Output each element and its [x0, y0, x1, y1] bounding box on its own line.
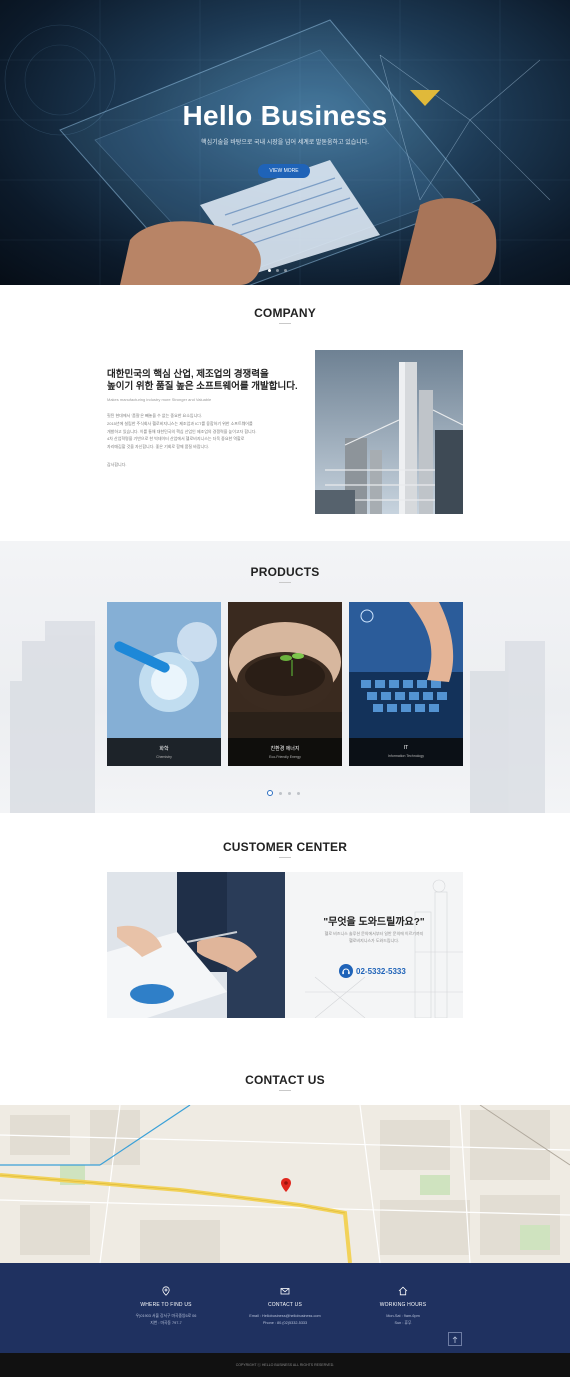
footer-hours: Mon-Sat : 9am-6pm Sun : 휴무: [328, 1313, 478, 1326]
hero-slide-dot[interactable]: [276, 269, 279, 272]
product-name-en: Eco-Friendly Energy: [269, 755, 301, 759]
products-slider-dots: [267, 790, 300, 796]
phone-number[interactable]: 02-5332-5333: [356, 967, 406, 976]
company-description: 헛된 현대에서 '품질'은 빼놓을 수 없는 중요한 요소입니다. 2015년에…: [107, 412, 297, 451]
product-card-chemistry[interactable]: 화학 Chemistry: [107, 602, 221, 766]
product-name: 친환경 에너지: [270, 746, 300, 752]
map-pin-icon: [281, 1178, 291, 1192]
footer-heading: WORKING HOURS: [379, 1302, 427, 1308]
section-divider: [279, 1090, 291, 1091]
arrow-up-icon: [452, 1336, 458, 1343]
company-text-line: 자리매김할 것을 자신합니다. 좋은 기회로 함께 품질 바랍니다.: [107, 444, 210, 450]
product-card-energy[interactable]: 친환경 에너지 Eco-Friendly Energy: [228, 602, 342, 766]
location-pin-icon: [162, 1286, 170, 1296]
product-caption: 친환경 에너지 Eco-Friendly Energy: [228, 738, 342, 766]
products-page-dot[interactable]: [279, 791, 282, 795]
hero-subtitle: 핵심기술을 바탕으로 국내 시장을 넘어 세계로 발돋움하고 있습니다.: [201, 140, 369, 146]
company-text-line: 4차 산업혁명을 기반으로 한 빅데이터 산업에서 헬로비지니스는 더욱 중요한…: [107, 436, 245, 442]
product-name: IT: [403, 745, 409, 751]
view-more-button[interactable]: VIEW MORE: [258, 164, 310, 178]
company-headline-line: 높이기 위한 품질 높은 소프트웨어를 개발합니다.: [107, 381, 298, 392]
factory-image: [315, 350, 463, 514]
section-divider: [279, 582, 291, 583]
product-name: 화학: [159, 746, 169, 752]
section-divider: [279, 323, 291, 324]
hero-banner: Hello Business 핵심기술을 바탕으로 국내 시장을 넘어 세계로 …: [0, 0, 570, 285]
company-thanks: 감사합니다.: [107, 462, 127, 467]
help-description-line: 헬로비지니스가 도와드립니다.: [348, 938, 400, 943]
company-text-line: 헛된 현대에서 '품질'은 빼놓을 수 없는 중요한 요소입니다.: [107, 413, 203, 418]
company-text-line: 개발하고 있습니다. 이를 통해 대한민국의 핵심 산업인 제조업의 경쟁력을 …: [107, 428, 257, 434]
products-page-dot[interactable]: [297, 791, 300, 795]
company-section-title: COMPANY: [254, 306, 316, 320]
company-headline: 대한민국의 핵심 산업, 제조업의 경쟁력을 높이기 위한 품질 높은 소프트웨…: [107, 369, 307, 393]
section-divider: [279, 857, 291, 858]
product-caption: IT Information Technology: [349, 738, 463, 766]
help-description: 헬로 비즈니스 솔루션 문의에서부터 일반 문의에 이르기까지 헬로비지니스가 …: [285, 930, 463, 944]
products-page-dot[interactable]: [267, 790, 273, 796]
footer-working-hours: WORKING HOURS Mon-Sat : 9am-6pm Sun : 휴무: [328, 1286, 478, 1326]
hero-slide-dot[interactable]: [284, 269, 287, 272]
product-card-it[interactable]: IT Information Technology: [349, 602, 463, 766]
business-meeting-image: [107, 872, 285, 1018]
product-caption: 화학 Chemistry: [107, 738, 221, 766]
envelope-icon: [280, 1288, 290, 1295]
help-question: "무엇을 도와드릴까요?": [323, 917, 425, 928]
products-section-title: PRODUCTS: [250, 565, 320, 579]
headset-icon: [339, 964, 353, 978]
copyright-bar: COPYRIGHT ⓒ HELLO BUSINESS ALL RIGHTS RE…: [0, 1353, 570, 1377]
hero-title: Hello Business: [182, 100, 388, 131]
customer-center-title: CUSTOMER CENTER: [222, 840, 348, 854]
home-icon: [398, 1286, 408, 1296]
location-map[interactable]: [0, 1105, 570, 1263]
company-text-line: 2015년에 설립한 주식회사 헬로비지니스는 제조업과 ICT를 융합하기 위…: [107, 420, 253, 426]
help-description-line: 헬로 비즈니스 솔루션 문의에서부터 일반 문의에 이르기까지: [324, 931, 424, 936]
scroll-to-top-button[interactable]: [448, 1332, 462, 1346]
customer-center-panel: "무엇을 도와드릴까요?" 헬로 비즈니스 솔루션 문의에서부터 일반 문의에 …: [285, 872, 463, 1018]
contact-section-title: CONTACT US: [245, 1073, 325, 1087]
product-name-en: Information Technology: [387, 754, 425, 758]
company-headline-line: 대한민국의 핵심 산업, 제조업의 경쟁력을: [107, 369, 269, 380]
plant-sketch-illustration: [305, 879, 463, 1018]
company-subtitle: Makes manufacturing industry more Strong…: [107, 397, 212, 402]
products-page-dot[interactable]: [288, 791, 291, 795]
footer-text-line: Sun : 휴무: [394, 1320, 412, 1325]
hero-slider-dots: [268, 269, 287, 272]
product-name-en: Chemistry: [156, 755, 172, 759]
hero-slide-dot[interactable]: [268, 269, 271, 272]
